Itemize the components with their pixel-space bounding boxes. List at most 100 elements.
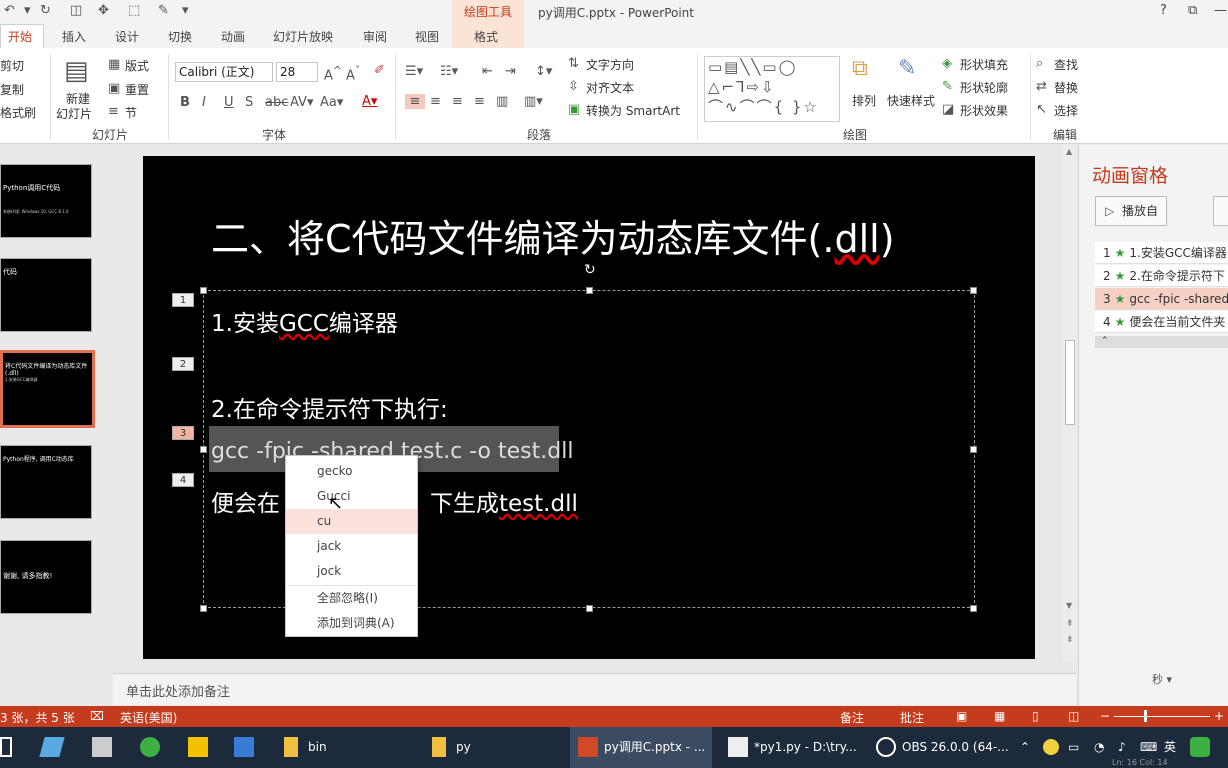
decrease-indent-icon[interactable]: ⇤ <box>482 64 493 79</box>
slide-thumbnail-4[interactable]: Python程序, 调用C动态库 <box>0 445 92 519</box>
slide-thumbnail-1[interactable]: Python调用C代码 系统环境: Windows 10, GCC 8.1.0 <box>0 164 92 238</box>
align-left-icon[interactable]: ≡ <box>405 94 425 109</box>
format-painter-button[interactable]: 格式刷 <box>0 104 36 121</box>
font-size-box[interactable]: 28 <box>276 62 318 82</box>
tray-app-icon[interactable] <box>1043 739 1059 755</box>
smartart-button[interactable]: 转换为 SmartArt <box>586 102 680 119</box>
tab-transitions[interactable]: 切换 <box>168 28 192 45</box>
tab-format[interactable]: 格式 <box>474 28 498 45</box>
slide-canvas[interactable]: 二、将C代码文件编译为动态库文件(.dll) ↻ 1 2 3 4 1.安装GCC… <box>143 156 1035 659</box>
suggestion-gucci[interactable]: Gucci <box>286 484 417 509</box>
suggestion-cu[interactable]: cu <box>286 509 417 534</box>
text-direction-button[interactable]: 文字方向 <box>586 56 634 73</box>
resize-handle[interactable] <box>970 287 977 294</box>
help-button[interactable]: ? <box>1160 3 1167 18</box>
shape-outline-button[interactable]: 形状轮廓 <box>960 79 1008 96</box>
language-status[interactable]: 英语(美国) <box>120 709 177 726</box>
comments-toggle[interactable]: 批注 <box>900 709 924 726</box>
shape-effects-button[interactable]: 形状效果 <box>960 102 1008 119</box>
resize-handle[interactable] <box>200 287 207 294</box>
select-icon[interactable]: ⬚ <box>128 3 140 18</box>
animation-item-1[interactable]: 1 ★ 1.安装GCC编译器 <box>1095 242 1228 264</box>
prev-slide-icon[interactable]: ⇞ <box>1066 619 1074 629</box>
align-center-icon[interactable]: ≡ <box>430 94 441 109</box>
slideshow-view-icon[interactable]: ◫ <box>1068 709 1079 723</box>
resize-handle[interactable] <box>200 446 207 453</box>
section-button[interactable]: 节 <box>125 104 137 121</box>
animation-item-2[interactable]: 2 ★ 2.在命令提示符下 <box>1095 265 1228 287</box>
tab-animations[interactable]: 动画 <box>221 28 245 45</box>
suggestion-jock[interactable]: jock <box>286 559 417 584</box>
taskbar-item-powerpoint[interactable]: py调用C.pptx - ... <box>570 727 712 768</box>
touch-mode-icon[interactable]: ✥ <box>98 3 109 18</box>
justify-icon[interactable]: ≡ <box>474 94 485 109</box>
resize-handle[interactable] <box>586 605 593 612</box>
rotate-handle-icon[interactable]: ↻ <box>584 262 596 278</box>
bold-icon[interactable]: B <box>180 95 190 110</box>
zoom-thumb[interactable] <box>1144 710 1147 722</box>
resize-handle[interactable] <box>586 287 593 294</box>
grow-font-icon[interactable]: A^ <box>324 64 342 83</box>
distribute-icon[interactable]: ▥ <box>496 94 508 109</box>
layout-button[interactable]: 版式 <box>125 57 149 74</box>
notes-pane[interactable]: 单击此处添加备注 <box>113 673 1076 705</box>
sogou-icon[interactable] <box>1190 737 1210 757</box>
align-right-icon[interactable]: ≡ <box>452 94 463 109</box>
calculator-icon[interactable] <box>92 737 112 757</box>
zoom-out-icon[interactable]: − <box>1100 709 1110 723</box>
suggestion-jack[interactable]: jack <box>286 534 417 559</box>
find-button[interactable]: 查找 <box>1054 56 1078 73</box>
feather-icon[interactable] <box>234 737 254 757</box>
tab-home[interactable]: 开始 <box>8 28 32 45</box>
undo-dropdown-icon[interactable]: ▾ <box>24 3 31 18</box>
tray-expand-icon[interactable]: ⌃ <box>1020 727 1030 768</box>
zoom-in-icon[interactable]: + <box>1214 709 1224 723</box>
taskbar-item-editor[interactable]: *py1.py - D:\try... <box>720 727 860 768</box>
zoom-slider[interactable] <box>1114 716 1210 717</box>
notes-toggle[interactable]: 备注 <box>840 709 864 726</box>
strike-icon[interactable]: abc <box>265 95 288 110</box>
ignore-all-item[interactable]: 全部忽略(I) <box>286 586 417 611</box>
new-slide-icon[interactable]: ▤ <box>64 56 89 86</box>
italic-icon[interactable]: I <box>202 95 206 110</box>
scroll-up-icon[interactable]: ▲ <box>1066 147 1072 156</box>
animation-item-4[interactable]: 4 ★ 便会在当前文件夹 <box>1095 311 1228 333</box>
scroll-down-icon[interactable]: ▼ <box>1066 601 1072 610</box>
animation-tag-1[interactable]: 1 <box>172 293 194 307</box>
clear-format-icon[interactable]: ✐ <box>374 63 385 78</box>
spell-check-icon[interactable]: ⌧ <box>90 709 104 723</box>
app-icon[interactable] <box>39 737 65 757</box>
animation-item-3[interactable]: 3 ★ gcc -fpic -shared <box>1095 288 1228 310</box>
numbering-icon[interactable]: ☷▾ <box>440 64 458 79</box>
shapes-gallery[interactable]: ▭▤╲╲▭◯ △⌐⅂⇨⇩ ⌒∿⌒⌒{ }☆ <box>704 56 840 122</box>
taskbar-item-bin[interactable]: bin <box>278 727 406 768</box>
underline-icon[interactable]: U <box>224 95 234 110</box>
scroll-thumb[interactable] <box>1065 340 1075 425</box>
copy-button[interactable]: 复制 <box>0 81 24 98</box>
spacing-icon[interactable]: AV▾ <box>290 95 313 110</box>
shadow-icon[interactable]: S <box>245 95 253 110</box>
select-button[interactable]: 选择 <box>1054 102 1078 119</box>
undo-icon[interactable]: ↶ <box>4 3 15 18</box>
resize-handle[interactable] <box>970 605 977 612</box>
minimize-button[interactable]: — <box>1214 3 1227 18</box>
quick-styles-button[interactable]: 快速样式 <box>887 92 935 109</box>
slide-title[interactable]: 二、将C代码文件编译为动态库文件(.dll) <box>211 208 895 263</box>
shape-fill-button[interactable]: 形状填充 <box>960 56 1008 73</box>
task-view-icon[interactable] <box>0 737 12 757</box>
redo-icon[interactable]: ↻ <box>40 3 51 18</box>
slide-thumbnail-2[interactable]: 代码 <box>0 258 92 332</box>
arrange-button[interactable]: 排列 <box>852 92 876 109</box>
animation-tag-4[interactable]: 4 <box>172 473 194 487</box>
reset-button[interactable]: 重置 <box>125 81 149 98</box>
reading-view-icon[interactable]: ▯ <box>1032 709 1039 723</box>
resize-handle[interactable] <box>970 446 977 453</box>
align-text-button[interactable]: 对齐文本 <box>586 79 634 96</box>
browser-icon[interactable] <box>140 737 160 757</box>
replace-button[interactable]: 替换 <box>1054 79 1078 96</box>
font-color-icon[interactable]: A▾ <box>362 94 377 109</box>
battery-icon[interactable]: ▭ <box>1068 727 1079 768</box>
slide-thumbnail-5[interactable]: 谢谢, 请多指教! <box>0 540 92 614</box>
normal-view-icon[interactable]: ▣ <box>956 709 967 723</box>
taskbar-item-py[interactable]: py <box>424 727 552 768</box>
